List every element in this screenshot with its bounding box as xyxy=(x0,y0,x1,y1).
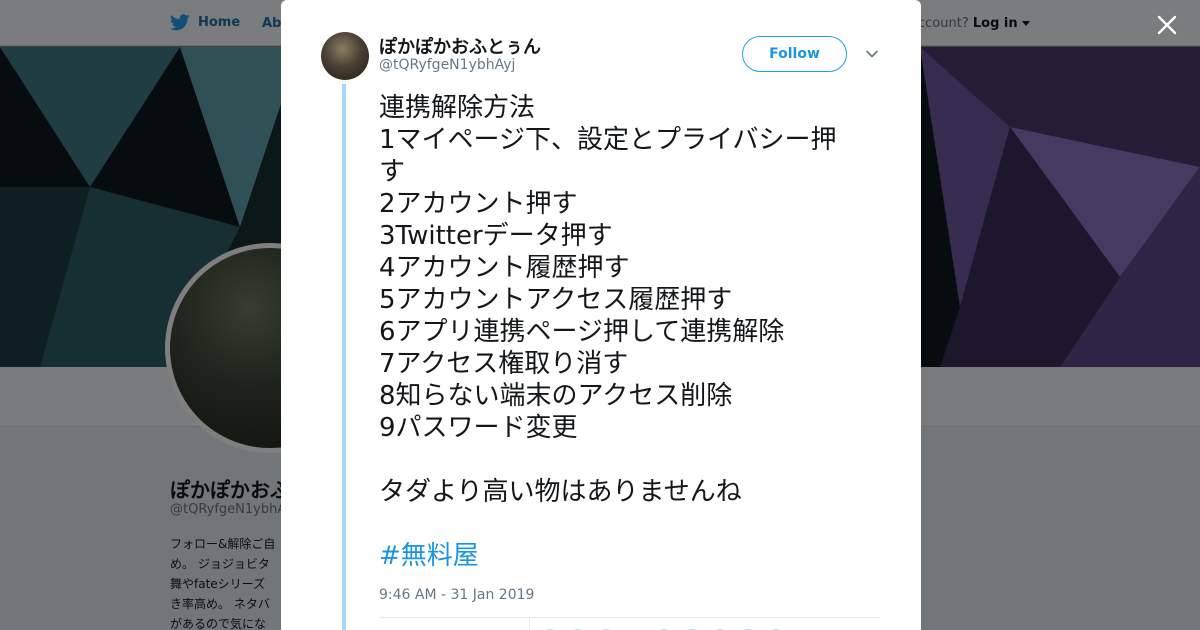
tweet-line: 9パスワード変更 xyxy=(379,413,578,443)
stats-divider xyxy=(379,617,881,618)
tweet-line: 8知らない端末のアクセス削除 xyxy=(379,381,733,411)
tweet-line: 7アクセス権取り消す xyxy=(379,349,629,379)
tweet-line: タダより高い物はありませんね xyxy=(379,477,742,507)
tweet-timestamp[interactable]: 9:46 AM - 31 Jan 2019 xyxy=(379,587,534,603)
close-icon xyxy=(1157,15,1177,35)
tweet-line: 4アカウント履歴押す xyxy=(379,253,630,283)
tweet-modal: ぽかぽかおふとぅん @tQRyfgeN1ybhAyj Follow 連携解除方法… xyxy=(281,0,921,630)
tweet-line: 3Twitterデータ押す xyxy=(379,221,613,251)
tweet-line: 6アプリ連携ページ押して連携解除 xyxy=(379,317,785,347)
tweet-line: す xyxy=(379,157,406,187)
author-handle[interactable]: @tQRyfgeN1ybhAyj xyxy=(379,57,515,73)
stats-vertical-divider xyxy=(529,618,530,630)
author-name[interactable]: ぽかぽかおふとぅん xyxy=(379,33,541,59)
thread-line xyxy=(342,84,346,630)
tweet-line: 2アカウント押す xyxy=(379,189,578,219)
tweet-line: 5アカウントアクセス履歴押す xyxy=(379,285,733,315)
close-button[interactable] xyxy=(1152,10,1182,40)
follow-button[interactable]: Follow xyxy=(742,36,847,72)
tweet-line: 1マイページ下、設定とプライバシー押 xyxy=(379,125,837,155)
hashtag-link[interactable]: #無料屋 xyxy=(379,540,479,572)
author-avatar[interactable] xyxy=(321,32,369,80)
tweet-line xyxy=(379,444,877,476)
chevron-down-icon[interactable] xyxy=(865,47,879,61)
tweet-line: 連携解除方法 xyxy=(379,93,536,123)
tweet-text: 連携解除方法 1マイページ下、設定とプライバシー押 す 2アカウント押す 3Tw… xyxy=(379,92,877,508)
